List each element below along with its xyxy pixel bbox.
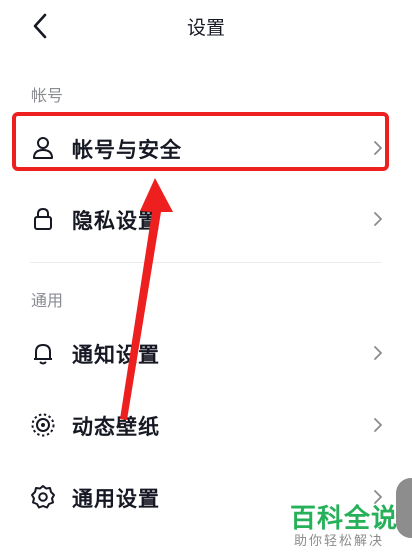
page-title: 设置 [186, 17, 225, 39]
section-divider [30, 262, 382, 263]
wallpaper-icon [31, 413, 55, 437]
watermark-logo: 百科全说 助你轻松解决 [284, 496, 412, 559]
section-title-general: 通用 [31, 291, 64, 310]
settings-item-label: 隐私设置 [72, 209, 160, 233]
chevron-right-icon [374, 418, 382, 432]
settings-item-label: 动态壁纸 [72, 415, 160, 439]
settings-item-privacy[interactable]: 隐私设置 [0, 184, 412, 254]
bell-icon [34, 344, 52, 365]
watermark-subtitle: 助你轻松解决 [294, 534, 385, 549]
section-title-account: 帐号 [31, 86, 64, 105]
chevron-right-icon [374, 346, 382, 360]
settings-item-label: 通知设置 [72, 343, 160, 367]
settings-item-live-wallpaper[interactable]: 动态壁纸 [0, 390, 412, 460]
nav-bar: 设置 [0, 0, 412, 54]
annotation-highlight-box [12, 112, 389, 171]
lock-icon [34, 207, 52, 230]
chevron-right-icon [374, 212, 382, 226]
gear-icon [31, 485, 55, 509]
settings-item-label: 通用设置 [72, 487, 160, 511]
settings-item-notifications[interactable]: 通知设置 [0, 318, 412, 388]
